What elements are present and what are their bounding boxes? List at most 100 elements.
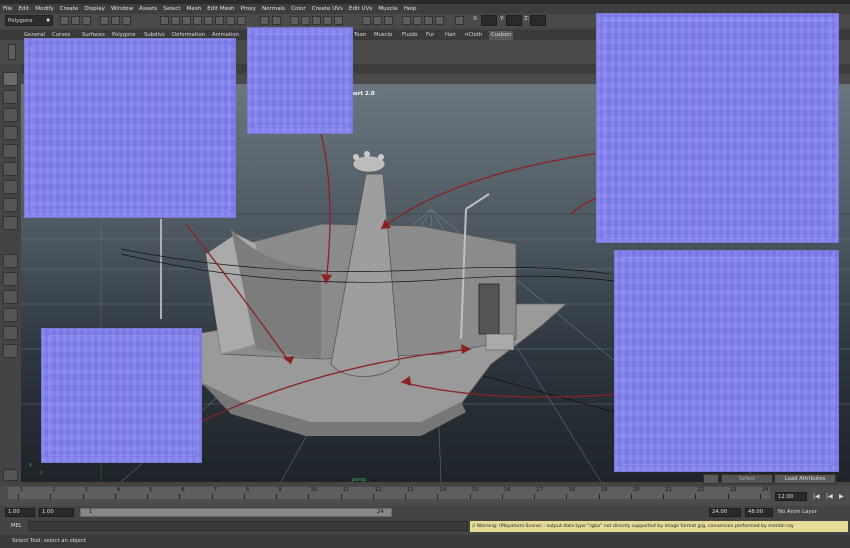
tool-settings-icon[interactable] (3, 469, 18, 481)
make-live-icon[interactable] (334, 16, 343, 25)
menu-edit-mesh[interactable]: Edit Mesh (204, 6, 237, 12)
persp-graph-layout-icon[interactable] (3, 308, 18, 322)
menu-proxy[interactable]: Proxy (238, 6, 259, 12)
select-component-icon[interactable] (122, 16, 131, 25)
coord-z-field[interactable] (530, 15, 546, 26)
playback-start-field[interactable]: 1.00 (39, 508, 74, 517)
menu-edit[interactable]: Edit (15, 6, 32, 12)
step-back-icon[interactable]: |◀ (826, 493, 833, 500)
snap-point-icon[interactable] (312, 16, 321, 25)
render-view-icon[interactable] (402, 16, 411, 25)
mask-handles-icon[interactable] (160, 16, 169, 25)
time-slider[interactable]: 1 2 3 4 5 6 7 8 9 10 11 12 13 14 15 16 17 18 19 20 21 22 23 24 … (0, 486, 850, 506)
playback-end-field[interactable]: 24.00 (709, 508, 741, 517)
snap-view-plane-icon[interactable] (323, 16, 332, 25)
manipulator-tool-icon[interactable] (3, 180, 18, 194)
soft-mod-tool-icon[interactable] (3, 198, 18, 212)
render-current-frame-icon[interactable] (413, 16, 422, 25)
channel-box-icon[interactable] (703, 474, 719, 484)
tab-muscle[interactable]: Muscle (372, 31, 394, 40)
viewport-renderer-label: port 2.0 (350, 91, 375, 97)
load-attributes-button[interactable]: Load Attributes (774, 474, 836, 484)
select-tool-icon[interactable] (3, 72, 18, 86)
mask-curves-icon[interactable] (182, 16, 191, 25)
rotate-tool-icon[interactable] (3, 144, 18, 158)
ipr-render-icon[interactable] (424, 16, 433, 25)
current-frame-field[interactable]: 12.00 (775, 492, 807, 501)
open-scene-icon[interactable] (71, 16, 80, 25)
menu-edit-uvs[interactable]: Edit UVs (346, 6, 375, 12)
menu-muscle[interactable]: Muscle (375, 6, 400, 12)
tab-fur[interactable]: Fur (424, 31, 436, 40)
menu-assets[interactable]: Assets (136, 6, 160, 12)
input-line-mode-icon[interactable] (455, 16, 464, 25)
time-tick (372, 494, 374, 499)
step-forward-icon[interactable]: ▶ (839, 493, 844, 500)
menu-mesh[interactable]: Mesh (184, 6, 205, 12)
persp-outliner-layout-icon[interactable] (3, 290, 18, 304)
menu-display[interactable]: Display (81, 6, 108, 12)
mask-misc-icon[interactable] (237, 16, 246, 25)
menu-file[interactable]: File (0, 6, 15, 12)
lock-selection-icon[interactable] (260, 16, 269, 25)
time-tick (243, 494, 245, 499)
tab-fluids[interactable]: Fluids (400, 31, 419, 40)
mask-dynamics-icon[interactable] (215, 16, 224, 25)
menu-help[interactable]: Help (401, 6, 420, 12)
tab-hair[interactable]: Hair (443, 31, 458, 40)
scale-tool-icon[interactable] (3, 162, 18, 176)
help-line-text: Select Tool: select an object (12, 538, 86, 544)
menu-modify[interactable]: Modify (32, 6, 57, 12)
select-object-icon[interactable] (111, 16, 120, 25)
save-scene-icon[interactable] (82, 16, 91, 25)
end-time-field[interactable]: 48.00 (745, 508, 773, 517)
construction-history-icon[interactable] (384, 16, 393, 25)
tab-toon[interactable]: Toon (352, 31, 368, 40)
mel-label[interactable]: MEL (11, 523, 22, 529)
time-tick (179, 494, 181, 499)
axis-x-label: x (40, 470, 43, 476)
snap-curve-icon[interactable] (301, 16, 310, 25)
shelf-menu-icon[interactable] (8, 44, 16, 60)
mel-input-field[interactable] (28, 521, 468, 531)
menu-select[interactable]: Select (160, 6, 183, 12)
show-manipulator-icon[interactable] (3, 216, 18, 230)
mask-rendering-icon[interactable] (226, 16, 235, 25)
new-scene-icon[interactable] (60, 16, 69, 25)
tab-ncloth[interactable]: nCloth (463, 31, 484, 40)
channel-box-select-button[interactable]: Select (721, 474, 773, 484)
coord-y-field[interactable] (506, 15, 522, 26)
go-to-start-icon[interactable]: |◀ (813, 493, 820, 500)
highlight-selection-icon[interactable] (272, 16, 281, 25)
menu-create-uvs[interactable]: Create UVs (309, 6, 346, 12)
snap-grid-icon[interactable] (290, 16, 299, 25)
menu-set-dropdown[interactable]: Polygons ▼ (5, 15, 53, 26)
start-time-field[interactable]: 1.00 (5, 508, 35, 517)
render-settings-icon[interactable] (435, 16, 444, 25)
anim-layer-selector[interactable]: No Anim Layer (778, 509, 817, 515)
menu-window[interactable]: Window (108, 6, 136, 12)
menu-set-value: Polygons (8, 18, 33, 24)
hypershade-layout-icon[interactable] (3, 326, 18, 340)
paint-select-tool-icon[interactable] (3, 108, 18, 122)
lasso-tool-icon[interactable] (3, 90, 18, 104)
time-tick-label: 1 (20, 487, 24, 493)
mask-surfaces-icon[interactable] (193, 16, 202, 25)
time-tick (276, 494, 278, 499)
playback-range-bar[interactable]: 1 24 (80, 508, 392, 517)
normal-map-platform (614, 250, 839, 472)
move-tool-icon[interactable] (3, 126, 18, 140)
mask-deformations-icon[interactable] (204, 16, 213, 25)
menu-create[interactable]: Create (57, 6, 82, 12)
persp-hypershade-layout-icon[interactable] (3, 344, 18, 358)
history-input-icon[interactable] (362, 16, 371, 25)
history-output-icon[interactable] (373, 16, 382, 25)
tab-custom[interactable]: Custom (489, 31, 514, 40)
menu-normals[interactable]: Normals (259, 6, 288, 12)
coord-x-field[interactable] (481, 15, 497, 26)
single-view-layout-icon[interactable] (3, 254, 18, 268)
four-view-layout-icon[interactable] (3, 272, 18, 286)
select-hierarchy-icon[interactable] (100, 16, 109, 25)
mask-joints-icon[interactable] (171, 16, 180, 25)
menu-color[interactable]: Color (288, 6, 309, 12)
